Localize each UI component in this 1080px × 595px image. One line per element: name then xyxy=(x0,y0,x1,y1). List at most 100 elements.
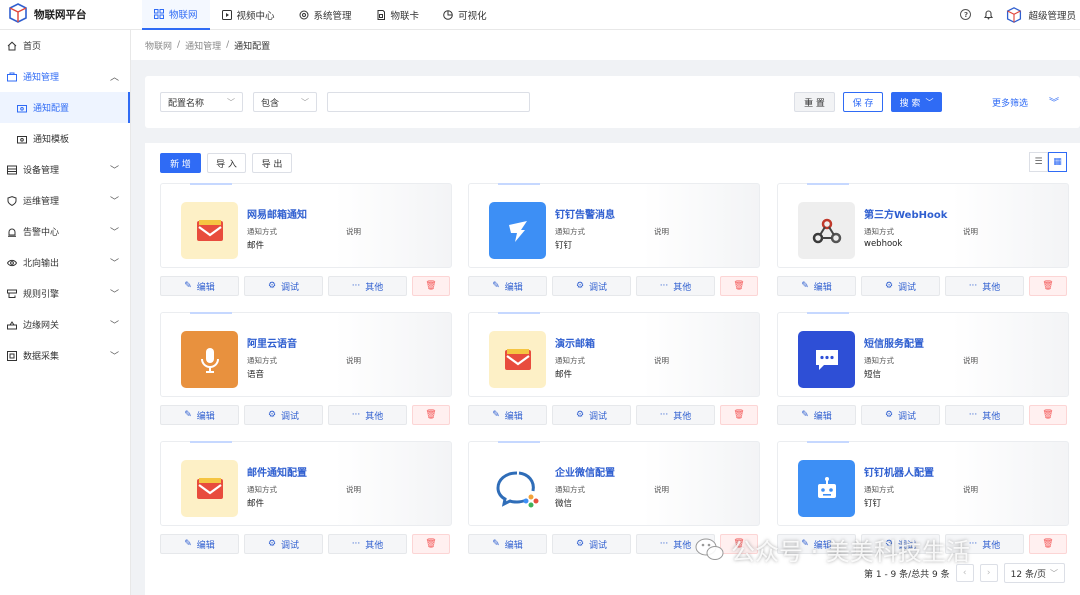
edit-button[interactable]: ✎ 编辑 xyxy=(160,405,239,425)
edit-button[interactable]: ✎ 编辑 xyxy=(468,405,547,425)
sidebar-item-collect[interactable]: 数据采集 ﹀ xyxy=(0,340,130,371)
sidebar-item-label: 通知管理 xyxy=(23,73,60,83)
save-button[interactable]: 保 存 xyxy=(843,92,883,112)
card-accent xyxy=(498,183,540,185)
more-icon: ··· xyxy=(659,539,669,549)
sidebar-item-notify-template[interactable]: 通知模板 xyxy=(0,123,130,154)
edit-button[interactable]: ✎ 编辑 xyxy=(468,276,547,296)
delete-button[interactable]: 🗑 xyxy=(412,276,450,296)
search-button[interactable]: 搜 索 ﹀ xyxy=(891,92,942,112)
top-bar: 物联网平台 物联网 视频中心 系统管理 物联卡 可视化 ? 超级管理员 xyxy=(0,0,1080,30)
list-view-icon[interactable]: ☰ xyxy=(1029,152,1048,172)
delete-button[interactable]: 🗑 xyxy=(720,405,758,425)
debug-button[interactable]: ⚙ 调试 xyxy=(861,276,940,296)
debug-label: 调试 xyxy=(589,282,608,293)
card-actions: ✎ 编辑 ⚙ 调试 ··· 其他 🗑 xyxy=(468,276,758,296)
topnav-iot[interactable]: 物联网 xyxy=(142,0,210,30)
double-chevron-down-icon[interactable]: ︾ xyxy=(1049,94,1059,109)
breadcrumb-item[interactable]: 物联网 xyxy=(145,39,172,52)
config-card[interactable]: 第三方WebHook 通知方式 说明 webhook xyxy=(777,183,1069,268)
method-label: 通知方式 xyxy=(555,356,585,365)
other-button[interactable]: ··· 其他 xyxy=(328,276,407,296)
topnav-visual[interactable]: 可视化 xyxy=(431,0,499,30)
home-icon xyxy=(7,41,17,50)
add-button[interactable]: 新 增 xyxy=(160,153,201,173)
more-filter-link[interactable]: 更多筛选 xyxy=(992,96,1028,109)
next-page-button[interactable]: › xyxy=(979,564,998,582)
sidebar-item-rules[interactable]: 规则引擎 ﹀ xyxy=(0,278,130,309)
desc-label: 说明 xyxy=(963,356,978,365)
sidebar-item-device[interactable]: 设备管理 ﹀ xyxy=(0,154,130,185)
search-input[interactable] xyxy=(327,92,530,112)
card-title: 演示邮箱 xyxy=(555,339,595,350)
config-card[interactable]: 阿里云语音 通知方式 说明 语音 xyxy=(160,312,452,397)
desc-label: 说明 xyxy=(654,356,669,365)
other-button[interactable]: ··· 其他 xyxy=(945,276,1024,296)
edit-button[interactable]: ✎ 编辑 xyxy=(160,534,239,554)
debug-button[interactable]: ⚙ 调试 xyxy=(552,534,631,554)
delete-button[interactable]: 🗑 xyxy=(1029,405,1067,425)
edit-button[interactable]: ✎ 编辑 xyxy=(777,405,856,425)
topnav-video[interactable]: 视频中心 xyxy=(210,0,287,30)
topnav-simcard[interactable]: 物联卡 xyxy=(364,0,432,30)
delete-button[interactable]: 🗑 xyxy=(412,534,450,554)
export-button[interactable]: 导 出 xyxy=(252,153,292,173)
field-select[interactable]: 配置名称 ﹀ xyxy=(160,92,243,112)
topnav-system[interactable]: 系统管理 xyxy=(287,0,364,30)
breadcrumb-item[interactable]: 通知管理 xyxy=(185,39,221,52)
sidebar-item-notify-config[interactable]: 通知配置 xyxy=(0,92,130,123)
logo[interactable]: 物联网平台 xyxy=(0,0,130,30)
config-card[interactable]: 邮件通知配置 通知方式 说明 邮件 xyxy=(160,441,452,526)
other-button[interactable]: ··· 其他 xyxy=(945,405,1024,425)
sidebar-item-label: 规则引擎 xyxy=(23,290,60,300)
sidebar-item-label: 边缘网关 xyxy=(23,321,60,331)
import-button[interactable]: 导 入 xyxy=(207,153,246,173)
card-accent xyxy=(190,441,232,443)
sidebar-item-home[interactable]: 首页 xyxy=(0,30,130,61)
other-button[interactable]: ··· 其他 xyxy=(328,534,407,554)
debug-button[interactable]: ⚙ 调试 xyxy=(552,405,631,425)
config-card[interactable]: 钉钉机器人配置 通知方式 说明 钉钉 xyxy=(777,441,1069,526)
bell-icon[interactable] xyxy=(983,9,994,20)
debug-button[interactable]: ⚙ 调试 xyxy=(244,405,323,425)
operator-select[interactable]: 包含 ﹀ xyxy=(253,92,317,112)
delete-button[interactable]: 🗑 xyxy=(720,276,758,296)
grid-view-icon[interactable]: ▦ xyxy=(1048,152,1067,172)
sidebar: 首页 通知管理 ︿ 通知配置 通知模板 设备管理 ﹀ 运维管理 ﹀ 告警中心 ﹀… xyxy=(0,30,131,595)
debug-button[interactable]: ⚙ 调试 xyxy=(552,276,631,296)
other-button[interactable]: ··· 其他 xyxy=(328,405,407,425)
config-card[interactable]: 短信服务配置 通知方式 说明 短信 xyxy=(777,312,1069,397)
edit-label: 编辑 xyxy=(504,411,523,422)
config-card[interactable]: 演示邮箱 通知方式 说明 邮件 xyxy=(468,312,760,397)
sidebar-item-gateway[interactable]: 边缘网关 ﹀ xyxy=(0,309,130,340)
delete-button[interactable]: 🗑 xyxy=(1029,534,1067,554)
sidebar-item-ops[interactable]: 运维管理 ﹀ xyxy=(0,185,130,216)
card-title: 阿里云语音 xyxy=(247,339,297,350)
edit-button[interactable]: ✎ 编辑 xyxy=(160,276,239,296)
edit-button[interactable]: ✎ 编辑 xyxy=(468,534,547,554)
field-select-value: 配置名称 xyxy=(168,98,205,109)
edit-icon: ✎ xyxy=(492,281,500,291)
sidebar-item-notify[interactable]: 通知管理 ︿ xyxy=(0,61,130,92)
desc-label: 说明 xyxy=(654,485,669,494)
user-menu[interactable]: 超级管理员 xyxy=(1006,6,1076,23)
other-button[interactable]: ··· 其他 xyxy=(636,405,715,425)
debug-button[interactable]: ⚙ 调试 xyxy=(244,534,323,554)
edit-button[interactable]: ✎ 编辑 xyxy=(777,276,856,296)
page-size-select[interactable]: 12 条/页 ﹀ xyxy=(1003,563,1065,583)
help-icon[interactable]: ? xyxy=(960,9,972,20)
other-button[interactable]: ··· 其他 xyxy=(636,276,715,296)
bug-icon: ⚙ xyxy=(575,539,585,549)
delete-button[interactable]: 🗑 xyxy=(1029,276,1067,296)
config-card[interactable]: 企业微信配置 通知方式 说明 微信 xyxy=(468,441,760,526)
config-card[interactable]: 钉钉告警消息 通知方式 说明 钉钉 xyxy=(468,183,760,268)
delete-button[interactable]: 🗑 xyxy=(412,405,450,425)
sidebar-item-north[interactable]: 北向输出 ﹀ xyxy=(0,247,130,278)
sidebar-item-alarm[interactable]: 告警中心 ﹀ xyxy=(0,216,130,247)
chevron-down-icon: ﹀ xyxy=(109,197,119,207)
debug-button[interactable]: ⚙ 调试 xyxy=(861,405,940,425)
debug-button[interactable]: ⚙ 调试 xyxy=(244,276,323,296)
config-card[interactable]: 网易邮箱通知 通知方式 说明 邮件 xyxy=(160,183,452,268)
prev-page-button[interactable]: ‹ xyxy=(955,564,974,582)
reset-button[interactable]: 重 置 xyxy=(794,92,835,112)
